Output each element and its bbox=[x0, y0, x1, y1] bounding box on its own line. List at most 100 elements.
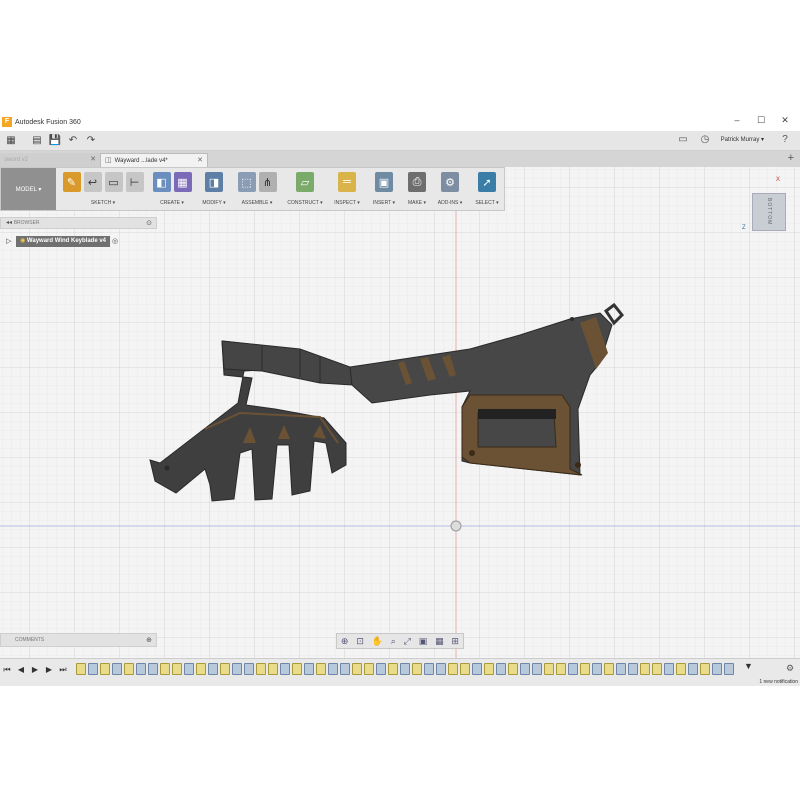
timeline-feature-icon[interactable] bbox=[196, 663, 206, 675]
timeline-feature-icon[interactable] bbox=[160, 663, 170, 675]
lightbulb-icon[interactable]: ◉ bbox=[20, 238, 25, 244]
step-forward-icon[interactable]: ▶ bbox=[44, 665, 54, 674]
modify-menu[interactable]: MODIFY ▾ bbox=[197, 200, 231, 206]
timeline-settings-gear-icon[interactable]: ⚙ bbox=[786, 663, 794, 674]
modify-group[interactable]: ◨ MODIFY ▾ bbox=[197, 170, 231, 210]
timeline-feature-icon[interactable] bbox=[508, 663, 518, 675]
expand-triangle-icon[interactable]: ▷ bbox=[6, 237, 14, 245]
timeline-feature-icon[interactable] bbox=[568, 663, 578, 675]
notification-text[interactable]: 1 new notification bbox=[759, 679, 798, 685]
make-group[interactable]: ⎙ MAKE ▾ bbox=[403, 170, 431, 210]
viewports-icon[interactable]: ⊞ bbox=[451, 636, 459, 647]
insert-image-icon[interactable]: ▣ bbox=[375, 172, 393, 192]
look-at-icon[interactable]: ⊡ bbox=[356, 636, 364, 647]
timeline-feature-icon[interactable] bbox=[412, 663, 422, 675]
offset-plane-icon[interactable]: ▱ bbox=[296, 172, 314, 192]
redo-icon[interactable]: ↷ bbox=[84, 134, 98, 148]
insert-menu[interactable]: INSERT ▾ bbox=[369, 200, 399, 206]
timeline-feature-icon[interactable] bbox=[544, 663, 554, 675]
grid-settings-icon[interactable]: ▦ bbox=[435, 636, 444, 647]
workspace-switcher[interactable]: MODEL ▾ bbox=[1, 168, 56, 210]
inspect-group[interactable]: ═ INSPECT ▾ bbox=[331, 170, 363, 210]
job-status-icon[interactable]: ▭ bbox=[676, 134, 690, 148]
timeline-feature-icon[interactable] bbox=[436, 663, 446, 675]
timeline-marker-icon[interactable]: ▼ bbox=[744, 661, 753, 671]
new-component-icon[interactable]: ⬚ bbox=[237, 172, 256, 192]
timeline-feature-icon[interactable] bbox=[172, 663, 182, 675]
timeline-feature-icon[interactable] bbox=[532, 663, 542, 675]
timeline-feature-icon[interactable] bbox=[556, 663, 566, 675]
select-cursor-icon[interactable]: ➚ bbox=[478, 172, 496, 192]
timeline-feature-icon[interactable] bbox=[712, 663, 722, 675]
add-ins-group[interactable]: ⚙ ADD-INS ▾ bbox=[435, 170, 465, 210]
go-to-end-icon[interactable]: ⏭ bbox=[58, 665, 68, 675]
tab-wayward-keyblade[interactable]: ◫ Wayward ...lade v4* ✕ bbox=[100, 153, 208, 167]
timeline-feature-icon[interactable] bbox=[388, 663, 398, 675]
timeline-feature-icon[interactable] bbox=[232, 663, 242, 675]
timeline-feature-icon[interactable] bbox=[112, 663, 122, 675]
timeline-feature-icon[interactable] bbox=[208, 663, 218, 675]
timeline-feature-icon[interactable] bbox=[592, 663, 602, 675]
timeline-feature-icon[interactable] bbox=[604, 663, 614, 675]
maximize-button[interactable]: ☐ bbox=[754, 115, 768, 126]
timeline-feature-icon[interactable] bbox=[88, 663, 98, 675]
new-tab-plus-icon[interactable]: + bbox=[788, 152, 794, 164]
file-menu-icon[interactable]: ▤ bbox=[30, 134, 44, 148]
timeline-feature-icon[interactable] bbox=[244, 663, 254, 675]
timeline-feature-icon[interactable] bbox=[484, 663, 494, 675]
select-group[interactable]: ➚ SELECT ▾ bbox=[471, 170, 503, 210]
help-icon[interactable]: ? bbox=[778, 134, 792, 148]
timeline-feature-icon[interactable] bbox=[340, 663, 350, 675]
timeline-feature-icon[interactable] bbox=[100, 663, 110, 675]
close-button[interactable]: ✕ bbox=[778, 115, 792, 126]
timeline-feature-icon[interactable] bbox=[628, 663, 638, 675]
timeline-feature-icon[interactable] bbox=[220, 663, 230, 675]
sketch-menu[interactable]: SKETCH ▾ bbox=[59, 200, 147, 206]
timeline-feature-icon[interactable] bbox=[424, 663, 434, 675]
collapse-icon[interactable]: ◂◂ bbox=[6, 220, 14, 226]
timeline-feature-icon[interactable] bbox=[400, 663, 410, 675]
timeline-feature-icon[interactable] bbox=[724, 663, 734, 675]
sketch-group[interactable]: ✎ ↩ ▭ ⊢ SKETCH ▾ bbox=[59, 170, 147, 210]
timeline-feature-icon[interactable] bbox=[676, 663, 686, 675]
line-tool-icon[interactable]: ↩ bbox=[83, 172, 102, 192]
minimize-button[interactable]: – bbox=[730, 115, 744, 125]
go-to-start-icon[interactable]: ⏮ bbox=[2, 665, 12, 675]
timeline-feature-icon[interactable] bbox=[376, 663, 386, 675]
timeline-feature-icon[interactable] bbox=[124, 663, 134, 675]
timeline-feature-icon[interactable] bbox=[280, 663, 290, 675]
comments-panel[interactable]: COMMENTS ⊕ bbox=[0, 633, 157, 647]
create-sketch-icon[interactable]: ✎ bbox=[62, 172, 81, 192]
create-menu[interactable]: CREATE ▾ bbox=[149, 200, 195, 206]
orbit-icon[interactable]: ⊕ bbox=[341, 636, 349, 647]
user-account-menu[interactable]: Patrick Murray ▾ bbox=[721, 136, 764, 143]
construct-menu[interactable]: CONSTRUCT ▾ bbox=[285, 200, 325, 206]
scripts-icon[interactable]: ⚙ bbox=[441, 172, 459, 192]
construct-group[interactable]: ▱ CONSTRUCT ▾ bbox=[285, 170, 325, 210]
timeline-feature-icon[interactable] bbox=[520, 663, 530, 675]
insert-group[interactable]: ▣ INSERT ▾ bbox=[369, 170, 399, 210]
browser-tree-root[interactable]: ▷ ◉ Wayward Wind Keyblade v4 ◎ bbox=[6, 235, 146, 247]
timeline-feature-icon[interactable] bbox=[268, 663, 278, 675]
timeline-feature-icon[interactable] bbox=[496, 663, 506, 675]
timeline-feature-icon[interactable] bbox=[148, 663, 158, 675]
add-comment-icon[interactable]: ⊕ bbox=[146, 634, 152, 647]
timeline-feature-icon[interactable] bbox=[316, 663, 326, 675]
undo-icon[interactable]: ↶ bbox=[66, 134, 80, 148]
origin-marker[interactable] bbox=[450, 520, 462, 532]
timeline-feature-icon[interactable] bbox=[256, 663, 266, 675]
timeline-feature-icon[interactable] bbox=[364, 663, 374, 675]
fit-icon[interactable]: ⤢ bbox=[404, 636, 411, 647]
root-component-label[interactable]: ◉ Wayward Wind Keyblade v4 bbox=[16, 235, 110, 247]
3d-print-icon[interactable]: ⎙ bbox=[408, 172, 426, 192]
dimension-tool-icon[interactable]: ⊢ bbox=[125, 172, 144, 192]
extrude-icon[interactable]: ◧ bbox=[152, 172, 171, 192]
data-panel-grid-icon[interactable]: ▦ bbox=[4, 134, 18, 148]
timeline-feature-icon[interactable] bbox=[616, 663, 626, 675]
visibility-icon[interactable]: ◎ bbox=[112, 237, 118, 245]
timeline-feature-icon[interactable] bbox=[664, 663, 674, 675]
add-ins-menu[interactable]: ADD-INS ▾ bbox=[435, 200, 465, 206]
make-menu[interactable]: MAKE ▾ bbox=[403, 200, 431, 206]
display-settings-icon[interactable]: ▣ bbox=[419, 636, 428, 647]
assemble-group[interactable]: ⬚ ⋔ ASSEMBLE ▾ bbox=[233, 170, 281, 210]
